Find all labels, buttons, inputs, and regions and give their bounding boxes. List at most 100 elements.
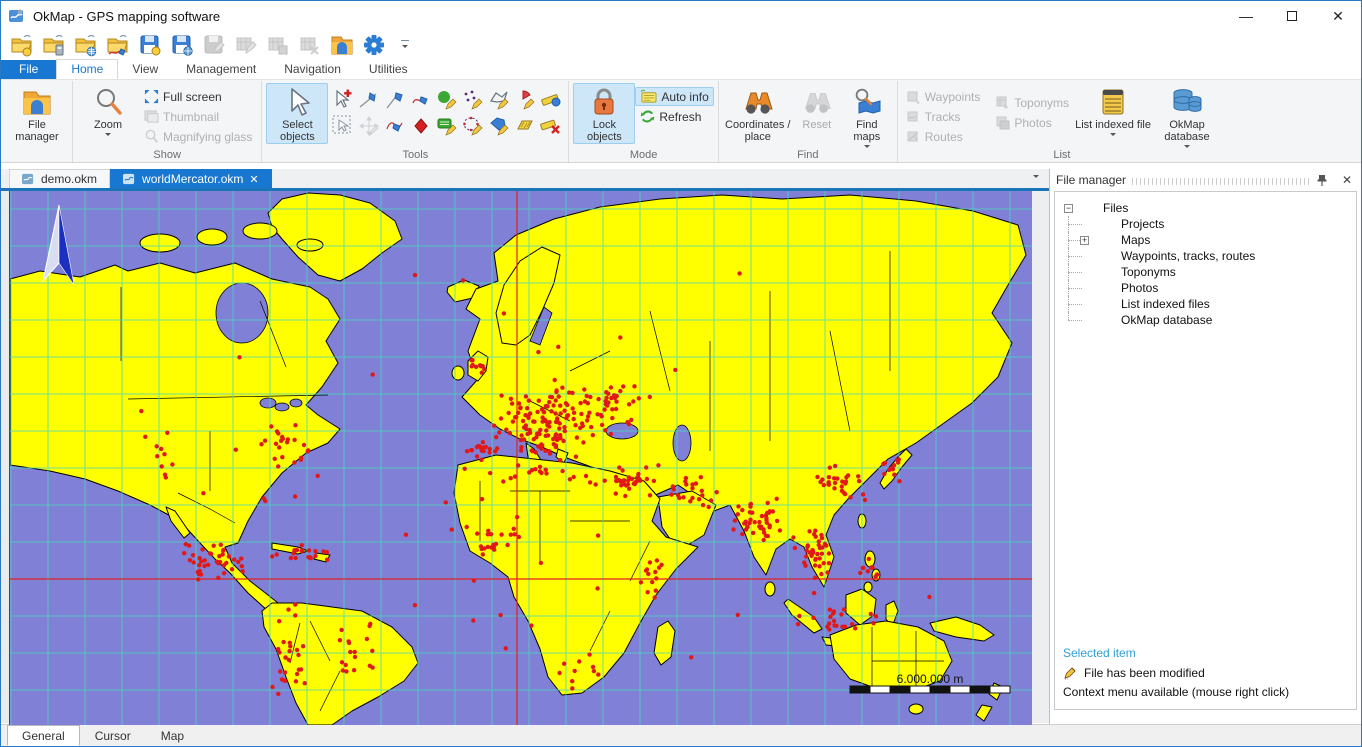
list-photos-button[interactable]: Photos: [991, 113, 1074, 132]
export-tracks-icon[interactable]: [265, 33, 291, 57]
okmap-database-button[interactable]: OkMap database: [1152, 83, 1222, 152]
pin-icon[interactable]: [1317, 174, 1333, 187]
okm-file-icon: [22, 173, 35, 186]
tool-edit-route[interactable]: [382, 113, 408, 139]
world-mercator-map[interactable]: 6.000.000 m: [10, 191, 1032, 725]
toponyms-label: Toponyms: [1014, 96, 1069, 110]
save-project-icon[interactable]: [137, 33, 163, 57]
map-right-gutter: [1031, 191, 1049, 723]
group-list: Waypoints Tracks Routes Toponyms: [897, 81, 1226, 162]
photos-label: Photos: [1014, 116, 1051, 130]
group-tools: Select objects: [261, 81, 568, 162]
tool-edit-ellipse[interactable]: [460, 113, 486, 139]
refresh-button[interactable]: Refresh: [635, 107, 713, 126]
list-tracks-button[interactable]: Tracks: [902, 107, 986, 126]
pencil-icon: [1063, 666, 1076, 680]
tool-edit-polygon[interactable]: [486, 113, 512, 139]
panel-title-texture: [1132, 178, 1311, 185]
folder-icon: [21, 87, 53, 117]
thumbnail-button[interactable]: Thumbnail: [139, 107, 257, 126]
tool-draw-polygon[interactable]: [486, 87, 512, 113]
tool-new-waypoint[interactable]: [356, 87, 382, 113]
tab-list-dropdown[interactable]: [1033, 170, 1039, 184]
maximize-button[interactable]: [1269, 1, 1315, 31]
tree-item-toponyms[interactable]: Toponyms: [1055, 264, 1356, 280]
save-track-icon[interactable]: [201, 33, 227, 57]
tree-item-photos[interactable]: Photos: [1055, 280, 1356, 296]
list-routes-button[interactable]: Routes: [902, 127, 986, 146]
export-waypoints-icon[interactable]: [233, 33, 259, 57]
auto-info-button[interactable]: Auto info: [635, 87, 713, 106]
export-routes-icon[interactable]: [297, 33, 323, 57]
tab-home[interactable]: Home: [56, 59, 118, 79]
doc-tab-worldmercator[interactable]: worldMercator.okm ✕: [110, 169, 272, 188]
find-maps-icon: [851, 87, 883, 117]
close-tab-icon[interactable]: ✕: [249, 173, 258, 186]
tool-add-note[interactable]: [434, 113, 460, 139]
collapse-icon[interactable]: −: [1064, 204, 1073, 213]
rectangle-select-button[interactable]: [330, 113, 354, 137]
tree-item-maps[interactable]: + Maps: [1055, 232, 1356, 248]
waypoints-icon: [907, 90, 921, 104]
expand-icon[interactable]: +: [1080, 236, 1089, 245]
select-objects-button[interactable]: Select objects: [266, 83, 328, 144]
reset-button[interactable]: Reset: [793, 83, 841, 132]
coordinates-place-button[interactable]: Coordinates / place: [723, 83, 793, 144]
tool-draw-sector[interactable]: [512, 87, 538, 113]
tree-item-files[interactable]: − Files: [1055, 200, 1356, 216]
zoom-button[interactable]: Zoom: [77, 83, 139, 140]
status-tab-cursor[interactable]: Cursor: [80, 725, 146, 746]
list-toponyms-button[interactable]: Toponyms: [991, 93, 1074, 112]
find-maps-button[interactable]: Find maps: [841, 83, 893, 152]
list-waypoints-button[interactable]: Waypoints: [902, 87, 986, 106]
open-track-icon[interactable]: [105, 33, 131, 57]
lock-objects-button[interactable]: Lock objects: [573, 83, 635, 144]
tab-navigation[interactable]: Navigation: [270, 60, 355, 79]
tab-management[interactable]: Management: [172, 60, 270, 79]
title-bar: OkMap - GPS mapping software — ✕: [1, 1, 1361, 31]
tree-label: Maps: [1121, 233, 1150, 247]
tool-edit-track[interactable]: [408, 87, 434, 113]
tree-item-okmap-database[interactable]: OkMap database: [1055, 312, 1356, 328]
panel-close-icon[interactable]: ✕: [1339, 173, 1355, 187]
tree-item-projects[interactable]: Projects: [1055, 216, 1356, 232]
toponyms-icon: [996, 96, 1010, 110]
settings-gear-icon[interactable]: [361, 33, 387, 57]
tool-measure-distance[interactable]: [538, 87, 564, 113]
open-project-icon[interactable]: [9, 33, 35, 57]
tool-delete-measure[interactable]: [538, 113, 564, 139]
tool-insert-waypoint[interactable]: [382, 87, 408, 113]
tab-view[interactable]: View: [118, 60, 172, 79]
tool-draw-multipoint[interactable]: [460, 87, 486, 113]
file-manager-icon[interactable]: [329, 33, 355, 57]
thumbnail-label: Thumbnail: [163, 110, 219, 124]
tool-add-vertex[interactable]: [408, 113, 434, 139]
map-canvas[interactable]: 6.000.000 m: [9, 191, 1031, 725]
tab-file[interactable]: File: [1, 60, 56, 79]
save-web-map-icon[interactable]: [169, 33, 195, 57]
tab-utilities[interactable]: Utilities: [355, 60, 422, 79]
doc-tab-demo[interactable]: demo.okm: [9, 169, 110, 188]
add-to-selection-button[interactable]: [330, 87, 354, 111]
open-web-map-icon[interactable]: [73, 33, 99, 57]
group-label-find: Find: [719, 149, 897, 161]
file-manager-button[interactable]: File manager: [6, 83, 68, 144]
status-tab-map[interactable]: Map: [146, 725, 199, 746]
tool-measure-area[interactable]: [512, 113, 538, 139]
tree-item-list-indexed-files[interactable]: List indexed files: [1055, 296, 1356, 312]
magnifying-glass-button[interactable]: Magnifying glass: [139, 127, 257, 146]
file-manager-label: File manager: [7, 119, 67, 143]
file-tree: − Files Projects + Maps Waypoints,: [1055, 192, 1356, 640]
open-okm-file-icon[interactable]: [41, 33, 67, 57]
qat-overflow-button[interactable]: [401, 40, 409, 51]
full-screen-button[interactable]: Full screen: [139, 87, 257, 106]
status-tab-general[interactable]: General: [7, 725, 80, 746]
list-indexed-file-button[interactable]: List indexed file: [1074, 83, 1152, 140]
tool-draw-area[interactable]: [434, 87, 460, 113]
select-objects-label: Select objects: [267, 119, 327, 143]
okmap-logo-icon: [9, 8, 25, 24]
tree-item-waypoints-tracks-routes[interactable]: Waypoints, tracks, routes: [1055, 248, 1356, 264]
minimize-button[interactable]: —: [1223, 1, 1269, 31]
close-button[interactable]: ✕: [1315, 1, 1361, 31]
tool-move-point[interactable]: [356, 113, 382, 139]
